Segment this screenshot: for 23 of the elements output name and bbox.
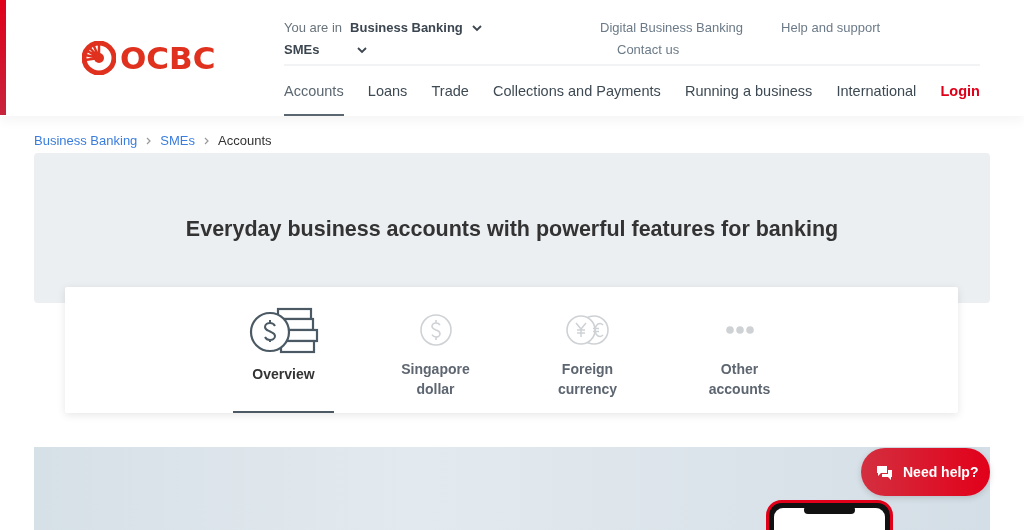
account-tab[interactable]: Other accounts [689, 287, 790, 413]
breadcrumb-link[interactable]: SMEs [160, 133, 195, 148]
login-link[interactable]: Login [940, 66, 980, 116]
account-tab[interactable]: Singapore dollar [385, 287, 486, 413]
utility-link[interactable]: Help and support [781, 17, 881, 39]
account-tab[interactable]: Foreign currency [537, 287, 638, 413]
nav-tab[interactable]: Accounts [284, 66, 344, 116]
breadcrumb-current[interactable]: Accounts [218, 133, 272, 148]
context-dropdown[interactable]: Business Banking [350, 17, 482, 39]
nav-tab[interactable]: Loans [367, 66, 408, 116]
help-button[interactable]: Need help? [861, 448, 990, 496]
nav-tab[interactable]: Trade [431, 66, 469, 116]
utility-link[interactable]: Contact us [617, 39, 680, 61]
logo-text[interactable]: OCBC [120, 40, 216, 76]
segment-dropdown[interactable]: SMEs [284, 39, 368, 61]
nav-tab[interactable]: International [836, 66, 917, 116]
utility-link[interactable]: Digital Business Banking [600, 17, 744, 39]
breadcrumb-link[interactable]: Business Banking [34, 133, 138, 148]
nav-tab[interactable]: Collections and Payments [493, 66, 661, 116]
account-tab[interactable]: Overview [233, 287, 334, 413]
nav-tab[interactable]: Running a business [684, 66, 813, 116]
context-label: You are in [284, 19, 343, 37]
hero-title: Everyday business accounts with powerful features for banking [184, 216, 840, 243]
